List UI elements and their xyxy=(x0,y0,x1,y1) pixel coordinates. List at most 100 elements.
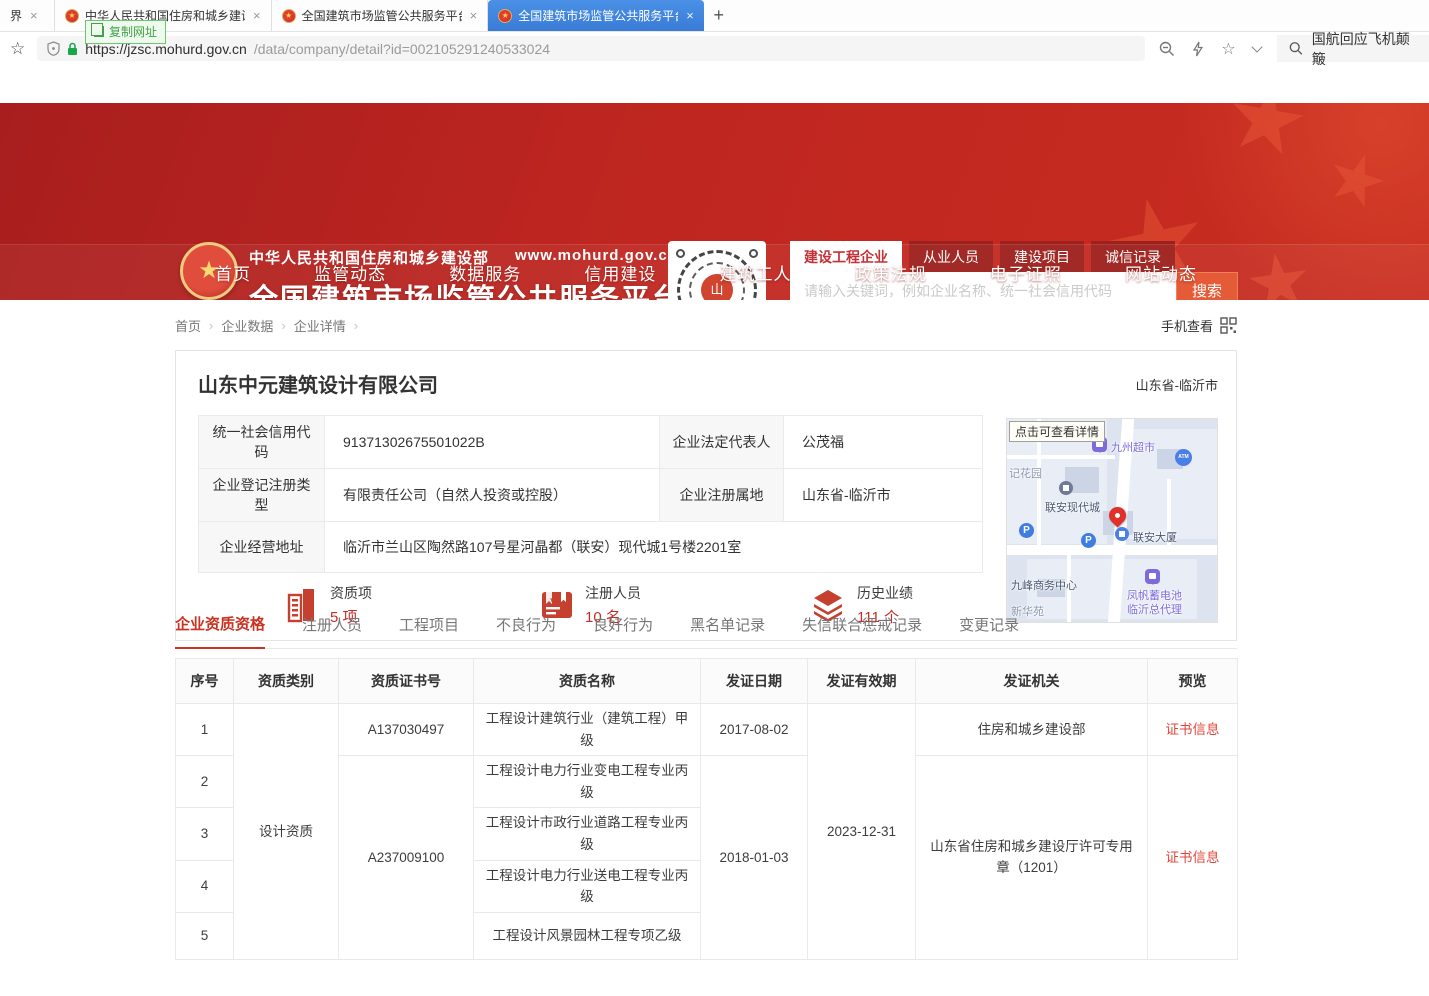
issuing-authority: 住房和城乡建设部 xyxy=(916,704,1148,756)
map-label: 联安现代城 xyxy=(1045,499,1100,515)
address-value: 临沂市兰山区陶然路107号星河晶都（联安）现代城1号楼2201室 xyxy=(325,522,983,573)
nav-item-workers[interactable]: 建筑工人 xyxy=(720,260,792,285)
location-map[interactable]: 点击可查看详情 九州超市 ATM 记花园 联安现代城 联安大厦 P P 九峰商务… xyxy=(1006,418,1218,623)
cert-no: A237009100 xyxy=(339,756,474,960)
col-header: 发证日期 xyxy=(701,659,808,704)
site-header: ★ 中华人民共和国住房和城乡建设部 www.mohurd.gov.cn 全国建筑… xyxy=(0,103,1429,300)
map-label: 九峰商务中心 xyxy=(1011,577,1077,593)
tab-title: 全国建筑市场监管公共服务平台 xyxy=(302,7,462,24)
map-label: 九州超市 xyxy=(1111,439,1155,455)
tab-bad-behavior[interactable]: 不良行为 xyxy=(496,614,556,648)
breadcrumb: 首页 › 企业数据 › 企业详情 › xyxy=(175,316,358,335)
nav-item-policy[interactable]: 政策法规 xyxy=(855,260,927,285)
qualification-name: 工程设计建筑行业（建筑工程）甲级 xyxy=(474,704,701,756)
zoom-out-icon[interactable] xyxy=(1159,41,1175,57)
parking-pin-icon: P xyxy=(1019,523,1034,538)
col-header: 资质名称 xyxy=(474,659,701,704)
certificate-info-link[interactable]: 证书信息 xyxy=(1166,722,1220,737)
emblem-favicon-icon: ★ xyxy=(282,9,296,23)
col-header: 资质类别 xyxy=(234,659,339,704)
company-name: 山东中元建筑设计有限公司 xyxy=(198,369,438,398)
chevron-down-icon[interactable] xyxy=(1251,41,1262,52)
tab-change-records[interactable]: 变更记录 xyxy=(959,614,1019,648)
map-label: 联安大厦 xyxy=(1133,529,1177,545)
tab-title: 全国建筑市场监管公共服务平台 xyxy=(518,7,678,24)
new-tab-button[interactable]: + xyxy=(704,0,734,31)
emblem-favicon-icon: ★ xyxy=(65,9,79,23)
credit-code-value: 91371302675501022B xyxy=(325,416,660,469)
tab-registered-personnel[interactable]: 注册人员 xyxy=(302,614,362,648)
qualification-table: 序号 资质类别 资质证书号 资质名称 发证日期 发证有效期 发证机关 预览 1 … xyxy=(175,658,1238,960)
tower-pin-icon xyxy=(1115,527,1129,541)
certificate-info-link[interactable]: 证书信息 xyxy=(1166,850,1220,865)
close-icon[interactable]: × xyxy=(30,8,38,23)
reg-region-value: 山东省-临沂市 xyxy=(784,469,983,522)
col-header: 预览 xyxy=(1148,659,1238,704)
field-label: 企业经营地址 xyxy=(199,522,325,573)
browser-tab-partial[interactable]: 界 × xyxy=(0,0,55,31)
emblem-favicon-icon: ★ xyxy=(498,9,512,23)
close-icon[interactable]: × xyxy=(253,8,261,23)
valid-until: 2023-12-31 xyxy=(808,704,916,960)
address-bar-icons: ☆ xyxy=(1159,39,1260,59)
nav-item-e-license[interactable]: 电子证照 xyxy=(990,260,1062,285)
row-no: 1 xyxy=(176,704,234,756)
browser-tab-jzsc[interactable]: ★ 全国建筑市场监管公共服务平台 × xyxy=(272,0,489,31)
breadcrumb-company-detail[interactable]: 企业详情 xyxy=(294,316,346,335)
legal-rep-value: 公茂福 xyxy=(784,416,983,469)
field-label: 企业法定代表人 xyxy=(660,416,784,469)
row-no: 4 xyxy=(176,860,234,912)
building-pin-icon xyxy=(1059,481,1073,495)
field-label: 统一社会信用代码 xyxy=(199,416,325,469)
row-no: 5 xyxy=(176,912,234,959)
cert-no: A137030497 xyxy=(339,704,474,756)
row-no: 3 xyxy=(176,808,234,860)
copy-icon xyxy=(94,26,104,37)
atm-pin-icon: ATM xyxy=(1175,449,1192,466)
main-nav: 首页 监管动态 数据服务 信用建设 建筑工人 政策法规 电子证照 网站动态 xyxy=(175,244,1237,300)
address-bar: ☆ https://jzsc.mohurd.gov.cn/data/compan… xyxy=(0,32,1429,65)
col-header: 发证有效期 xyxy=(808,659,916,704)
col-header: 序号 xyxy=(176,659,234,704)
col-header: 资质证书号 xyxy=(339,659,474,704)
table-row: 1 设计资质 A137030497 工程设计建筑行业（建筑工程）甲级 2017-… xyxy=(176,704,1238,756)
table-row: 统一社会信用代码 91371302675501022B 企业法定代表人 公茂福 xyxy=(199,416,983,469)
tab-blacklist[interactable]: 黑名单记录 xyxy=(690,614,765,648)
detail-tabs: 企业资质资格 注册人员 工程项目 不良行为 良好行为 黑名单记录 失信联合惩戒记… xyxy=(175,611,1237,649)
nav-item-site-news[interactable]: 网站动态 xyxy=(1125,260,1197,285)
stat-label: 历史业绩 xyxy=(857,583,913,603)
field-label: 企业登记注册类型 xyxy=(199,469,325,522)
qualification-name: 工程设计市政行业道路工程专业丙级 xyxy=(474,808,701,860)
browser-search-box[interactable]: 国航回应飞机颠簸 xyxy=(1277,35,1429,62)
mobile-view-button[interactable]: 手机查看 xyxy=(1161,316,1237,335)
tab-projects[interactable]: 工程项目 xyxy=(399,614,459,648)
close-icon[interactable]: × xyxy=(470,8,478,23)
svg-text:★: ★ xyxy=(549,595,556,604)
qualification-name: 工程设计电力行业送电工程专业丙级 xyxy=(474,860,701,912)
nav-item-data-service[interactable]: 数据服务 xyxy=(449,260,521,285)
nav-item-credit[interactable]: 信用建设 xyxy=(584,260,656,285)
table-row: 企业登记注册类型 有限责任公司（自然人投资或控股） 企业注册属地 山东省-临沂市 xyxy=(199,469,983,522)
map-label: 记花园 xyxy=(1009,465,1042,481)
lightning-icon[interactable] xyxy=(1192,41,1204,57)
tab-good-behavior[interactable]: 良好行为 xyxy=(593,614,653,648)
browser-tab-bar: 界 × ★ 中华人民共和国住房和城乡建设 × ★ 全国建筑市场监管公共服务平台 … xyxy=(0,0,1429,32)
issue-date: 2017-08-02 xyxy=(701,704,808,756)
nav-item-home[interactable]: 首页 xyxy=(215,260,251,285)
browser-tab-active[interactable]: ★ 全国建筑市场监管公共服务平台 × xyxy=(488,0,704,31)
issue-date: 2018-01-03 xyxy=(701,756,808,960)
issuing-authority: 山东省住房和城乡建设厅许可专用章（1201） xyxy=(916,756,1148,960)
tab-qualifications[interactable]: 企业资质资格 xyxy=(175,613,265,649)
qualification-category: 设计资质 xyxy=(234,704,339,960)
url-field[interactable]: https://jzsc.mohurd.gov.cn/data/company/… xyxy=(37,36,1145,61)
bookmark-star-icon[interactable]: ☆ xyxy=(10,39,25,59)
stat-label: 资质项 xyxy=(330,583,372,603)
breadcrumb-home[interactable]: 首页 xyxy=(175,316,201,335)
nav-item-supervision[interactable]: 监管动态 xyxy=(314,260,386,285)
breadcrumb-company-data[interactable]: 企业数据 xyxy=(221,316,273,335)
tab-title: 界 xyxy=(10,7,22,24)
favorite-star-icon[interactable]: ☆ xyxy=(1221,39,1235,59)
tab-dishonesty-records[interactable]: 失信联合惩戒记录 xyxy=(802,614,922,648)
close-icon[interactable]: × xyxy=(686,8,694,23)
copy-url-tooltip: 复制网址 xyxy=(85,20,166,44)
